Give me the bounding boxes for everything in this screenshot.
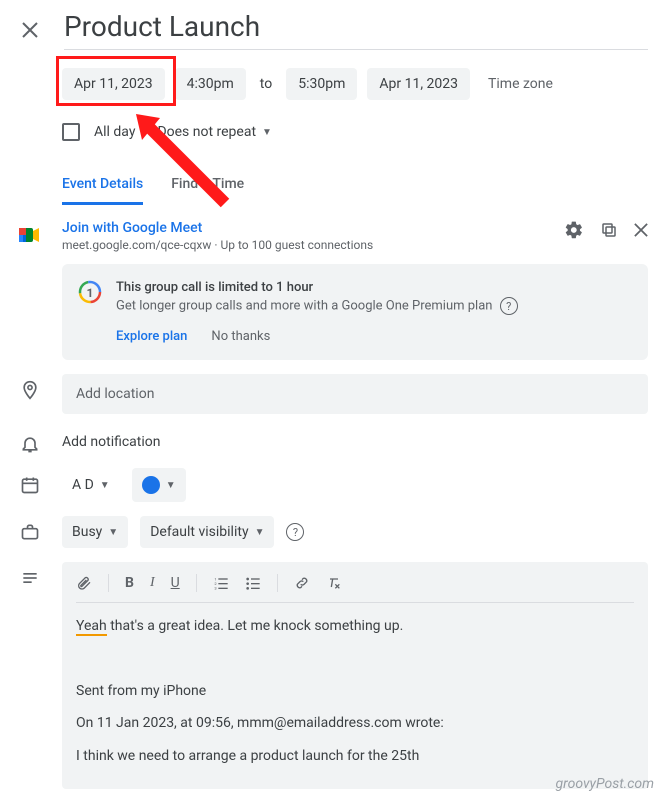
copy-meet-link-icon[interactable]: [600, 221, 618, 239]
bullet-list-icon[interactable]: [245, 575, 261, 591]
underline-icon[interactable]: U: [171, 575, 180, 591]
close-icon[interactable]: [18, 18, 42, 42]
svg-text:1: 1: [87, 286, 94, 300]
calendar-owner-dropdown[interactable]: A D ▼: [62, 469, 120, 501]
tab-find-a-time[interactable]: Find a Time: [171, 176, 244, 205]
one-banner-title: This group call is limited to 1 hour: [116, 280, 518, 295]
timezone-button[interactable]: Time zone: [480, 76, 553, 92]
description-textarea[interactable]: Yeah that's a great idea. Let me knock s…: [76, 615, 634, 767]
all-day-label: All day: [94, 124, 135, 140]
start-time-picker[interactable]: 4:30pm: [175, 68, 246, 100]
visibility-help-icon[interactable]: ?: [286, 523, 304, 541]
meet-settings-icon[interactable]: [564, 220, 584, 240]
italic-icon[interactable]: I: [150, 575, 155, 591]
color-dot-icon: [142, 476, 160, 494]
no-thanks-button[interactable]: No thanks: [211, 329, 270, 344]
description-icon: [18, 562, 42, 588]
visibility-dropdown[interactable]: Default visibility ▼: [140, 516, 274, 548]
join-meet-link[interactable]: Join with Google Meet: [62, 220, 373, 236]
google-one-icon: 1: [78, 280, 102, 304]
numbered-list-icon[interactable]: 123: [213, 575, 229, 591]
explore-plan-button[interactable]: Explore plan: [116, 329, 187, 344]
add-notification-button[interactable]: Add notification: [62, 428, 161, 450]
chevron-down-icon: ▼: [100, 480, 110, 491]
meet-url-text: meet.google.com/qce-cqxw · Up to 100 gue…: [62, 238, 373, 252]
location-input[interactable]: Add location: [62, 374, 648, 414]
attachment-icon[interactable]: [76, 575, 92, 591]
svg-text:3: 3: [214, 586, 216, 591]
remove-meet-icon[interactable]: [634, 223, 648, 237]
link-icon[interactable]: [294, 575, 310, 591]
chevron-down-icon: ▼: [108, 527, 118, 538]
end-time-picker[interactable]: 5:30pm: [286, 68, 357, 100]
all-day-checkbox[interactable]: [62, 123, 80, 141]
watermark-text: groovyPost.com: [556, 776, 655, 792]
clear-formatting-icon[interactable]: [326, 575, 342, 591]
busy-status-dropdown[interactable]: Busy ▼: [62, 516, 128, 548]
end-date-picker[interactable]: Apr 11, 2023: [367, 68, 470, 100]
chevron-down-icon: ▼: [255, 527, 265, 538]
bold-icon[interactable]: B: [125, 575, 134, 591]
google-meet-icon: [18, 220, 42, 244]
one-banner-subtitle: Get longer group calls and more with a G…: [116, 297, 518, 315]
chevron-down-icon: ▼: [262, 127, 272, 138]
google-one-banner: 1 This group call is limited to 1 hour G…: [62, 264, 648, 360]
event-title-input[interactable]: Product Launch: [64, 10, 648, 50]
repeat-dropdown[interactable]: Does not repeat ▼: [149, 120, 280, 144]
to-label: to: [256, 76, 276, 92]
help-icon[interactable]: ?: [500, 297, 518, 315]
bell-icon: [18, 428, 42, 454]
location-icon: [18, 374, 42, 400]
calendar-icon: [18, 475, 42, 495]
briefcase-icon: [18, 522, 42, 542]
chevron-down-icon: ▼: [166, 480, 176, 491]
event-color-picker[interactable]: ▼: [132, 468, 186, 502]
tab-event-details[interactable]: Event Details: [62, 176, 143, 205]
start-date-picker[interactable]: Apr 11, 2023: [62, 68, 165, 100]
